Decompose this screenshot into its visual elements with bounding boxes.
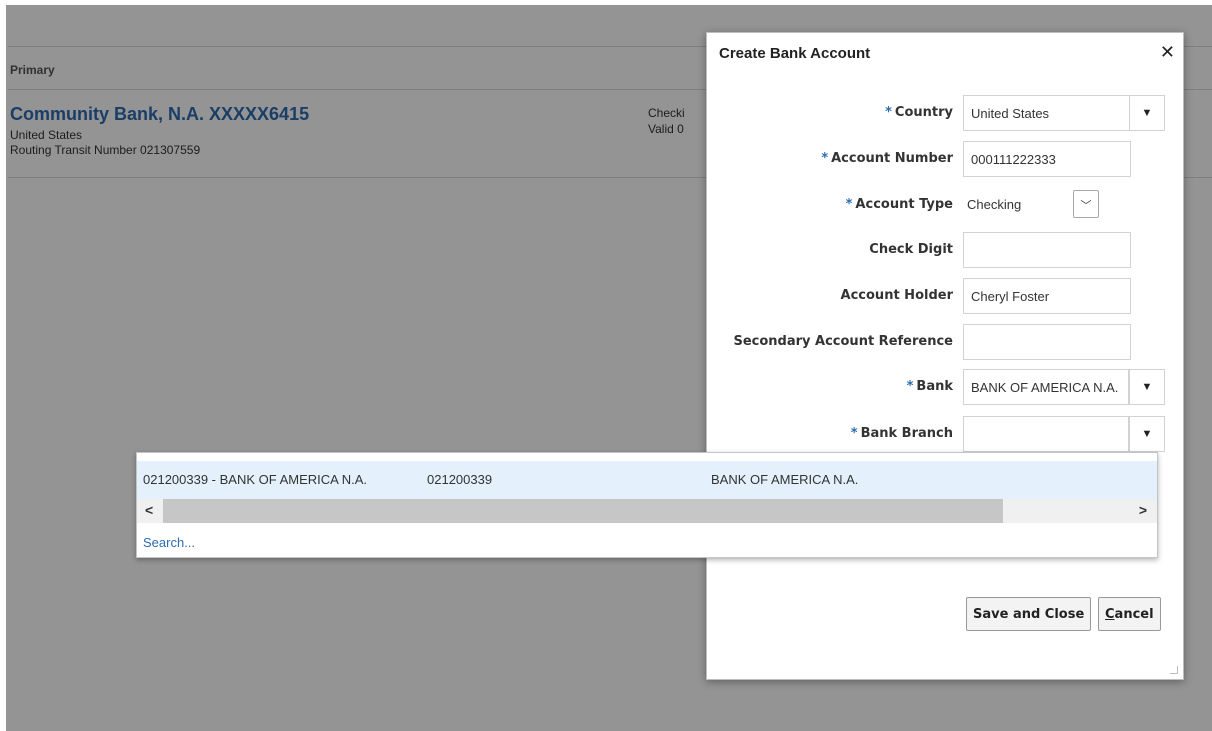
- chevron-down-icon[interactable]: ﹀: [1073, 190, 1099, 218]
- bank-dropdown-button[interactable]: ▼: [1129, 369, 1165, 405]
- create-bank-account-dialog: Create Bank Account ✕ * Country United St…: [706, 32, 1184, 680]
- check-digit-row: Check Digit: [707, 232, 1185, 268]
- bank-branch-popup: 021200339 - BANK OF AMERICA N.A. 0212003…: [136, 452, 1158, 558]
- branch-display-cell: 021200339 - BANK OF AMERICA N.A.: [143, 472, 367, 487]
- scroll-right-icon[interactable]: >: [1139, 502, 1147, 518]
- scroll-left-icon[interactable]: <: [145, 502, 153, 518]
- account-number-row: * Account Number 000111222333: [707, 141, 1185, 177]
- bank-row: * Bank BANK OF AMERICA N.A. ▼: [707, 369, 1185, 405]
- account-type-label: * Account Type: [845, 197, 953, 212]
- cancel-button[interactable]: Cancel: [1098, 597, 1161, 631]
- close-icon[interactable]: ✕: [1160, 42, 1175, 63]
- check-digit-input[interactable]: [963, 232, 1131, 268]
- save-and-close-button[interactable]: Save and Close: [966, 597, 1092, 631]
- bank-branch-label: * Bank Branch: [850, 426, 953, 441]
- account-number-label: * Account Number: [821, 151, 953, 166]
- account-holder-input[interactable]: Cheryl Foster: [963, 278, 1131, 314]
- bank-branch-row: * Bank Branch ▼: [707, 416, 1185, 452]
- scrollbar-thumb[interactable]: [163, 499, 1003, 523]
- bank-label: * Bank: [906, 379, 953, 394]
- bank-branch-input[interactable]: [963, 416, 1129, 452]
- branch-bank-cell: BANK OF AMERICA N.A.: [711, 472, 859, 487]
- country-field-row: * Country United States ▼: [707, 95, 1185, 131]
- account-holder-row: Account Holder Cheryl Foster: [707, 278, 1185, 314]
- horizontal-scrollbar[interactable]: < >: [137, 499, 1157, 523]
- branch-number-cell: 021200339: [427, 472, 493, 487]
- country-dropdown-button[interactable]: ▼: [1129, 95, 1165, 131]
- list-item[interactable]: 021200339 - BANK OF AMERICA N.A. 0212003…: [137, 461, 1157, 499]
- check-digit-label: Check Digit: [869, 242, 953, 257]
- required-marker: *: [885, 105, 892, 120]
- dialog-title: Create Bank Account: [719, 45, 871, 62]
- country-select[interactable]: United States: [963, 95, 1131, 131]
- country-label: * Country: [885, 105, 953, 120]
- bank-input[interactable]: BANK OF AMERICA N.A.: [963, 369, 1129, 405]
- account-type-row: * Account Type Checking ﹀: [707, 187, 1185, 223]
- account-holder-label: Account Holder: [840, 288, 953, 303]
- secondary-reference-input[interactable]: [963, 324, 1131, 360]
- bank-branch-dropdown-button[interactable]: ▼: [1129, 416, 1165, 452]
- resize-grip-icon[interactable]: [1170, 666, 1178, 674]
- secondary-reference-label: Secondary Account Reference: [733, 334, 953, 349]
- search-link[interactable]: Search...: [143, 535, 195, 550]
- account-number-input[interactable]: 000111222333: [963, 141, 1131, 177]
- account-type-select[interactable]: Checking: [963, 187, 1073, 223]
- secondary-reference-row: Secondary Account Reference: [707, 324, 1185, 360]
